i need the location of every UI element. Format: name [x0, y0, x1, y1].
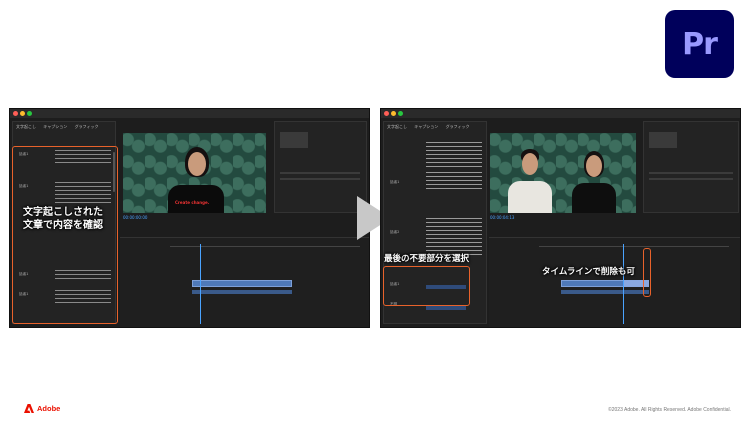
project-row[interactable] — [649, 172, 733, 174]
playhead[interactable] — [200, 244, 201, 324]
right-transcript-tabs: 文字起こし キャプション グラフィック — [387, 124, 475, 132]
transcript-highlight-box — [12, 146, 118, 324]
project-row[interactable] — [280, 172, 360, 174]
left-timeline[interactable] — [120, 237, 369, 327]
left-titlebar — [10, 109, 369, 118]
slide: Pr 文字起こし キャプション グラフィック 話者1 話者1 話者1 話者1 文… — [0, 0, 750, 422]
timeline-ruler[interactable] — [170, 246, 360, 247]
clip-thumbnail[interactable] — [280, 132, 308, 148]
select-callout: 最後の不要部分を選択 — [384, 254, 470, 264]
adobe-wordmark: Adobe — [37, 404, 61, 413]
left-timecode: 00:00:00:00 — [123, 215, 148, 220]
transcript-callout: 文字起こしされた 文章で内容を確認 — [23, 206, 103, 232]
right-project-panel — [643, 121, 739, 213]
left-program-monitor[interactable]: Create change. — [123, 133, 266, 213]
person-body — [572, 183, 616, 213]
adobe-mark-icon — [24, 404, 34, 413]
person-face — [586, 155, 602, 177]
tab-captions[interactable]: キャプション — [414, 124, 438, 129]
premiere-pro-logo: Pr — [665, 10, 734, 78]
project-row[interactable] — [280, 178, 360, 180]
timeline-callout: タイムラインで削除も可 — [542, 267, 635, 277]
right-program-monitor[interactable] — [490, 133, 636, 213]
timeline-ruler[interactable] — [539, 246, 729, 247]
tab-transcript[interactable]: 文字起こし — [387, 124, 407, 129]
video-clip[interactable] — [192, 280, 292, 287]
tab-transcript[interactable]: 文字起こし — [16, 124, 36, 129]
selection-highlight-box — [383, 266, 470, 306]
tab-graphics[interactable]: グラフィック — [75, 124, 99, 129]
left-screenshot: 文字起こし キャプション グラフィック 話者1 話者1 話者1 話者1 文字起こ… — [9, 108, 370, 328]
speaker-label[interactable]: 話者2 — [390, 230, 399, 235]
timeline-highlight-box — [643, 248, 651, 297]
playhead[interactable] — [623, 244, 624, 324]
left-transcript-tabs: 文字起こし キャプション グラフィック — [16, 124, 104, 132]
maximize-dot-icon[interactable] — [27, 111, 32, 116]
person-body — [168, 185, 224, 213]
speaker-label[interactable]: 話者1 — [390, 180, 399, 185]
project-row[interactable] — [649, 178, 733, 180]
tab-captions[interactable]: キャプション — [43, 124, 67, 129]
close-dot-icon[interactable] — [13, 111, 18, 116]
audio-clip[interactable] — [561, 290, 649, 294]
tab-graphics[interactable]: グラフィック — [446, 124, 470, 129]
person-face — [522, 153, 538, 175]
callout-line-1: 文字起こしされた — [23, 207, 103, 218]
callout-line-2: 文章で内容を確認 — [23, 220, 103, 231]
audio-clip[interactable] — [192, 290, 292, 294]
transcript-text-block[interactable] — [426, 172, 482, 190]
right-timeline[interactable] — [489, 237, 740, 327]
transcript-text-block[interactable] — [426, 142, 482, 168]
clip-thumbnail[interactable] — [649, 132, 677, 148]
adobe-logo: Adobe — [24, 404, 60, 413]
right-timecode: 00:00:04:13 — [490, 215, 515, 220]
premiere-logo-text: Pr — [682, 26, 718, 62]
selected-transcript-text[interactable] — [426, 306, 466, 310]
right-screenshot: 文字起こし キャプション グラフィック 話者1 話者2 話者1 不明 最後の不要… — [380, 108, 741, 328]
minimize-dot-icon[interactable] — [20, 111, 25, 116]
copyright-footer: ©2023 Adobe. All Rights Reserved. Adobe … — [608, 407, 731, 413]
person-body — [508, 181, 552, 213]
maximize-dot-icon[interactable] — [398, 111, 403, 116]
minimize-dot-icon[interactable] — [391, 111, 396, 116]
person-face — [188, 152, 206, 176]
overlay-caption: Create change. — [175, 200, 210, 205]
right-titlebar — [381, 109, 740, 118]
close-dot-icon[interactable] — [384, 111, 389, 116]
left-project-panel — [274, 121, 367, 213]
